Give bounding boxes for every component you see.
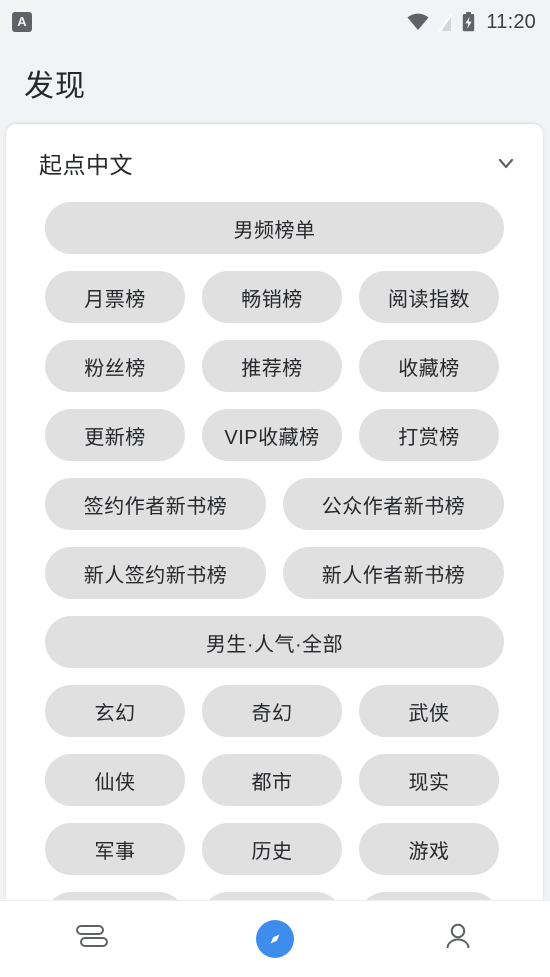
category-chip[interactable]: 军事 bbox=[45, 823, 185, 875]
chip-row-clipped bbox=[45, 892, 504, 900]
books-icon bbox=[72, 917, 112, 962]
battery-charging-icon bbox=[462, 12, 475, 32]
category-chip[interactable]: 推荐榜 bbox=[202, 340, 342, 392]
category-chip[interactable]: 打赏榜 bbox=[359, 409, 499, 461]
notification-app-icon: A bbox=[12, 12, 32, 32]
category-chip[interactable]: 仙侠 bbox=[45, 754, 185, 806]
chip-row: 签约作者新书榜 公众作者新书榜 bbox=[45, 478, 504, 530]
category-chip[interactable] bbox=[202, 892, 342, 900]
nav-item-bookshelf[interactable] bbox=[0, 901, 183, 977]
chip-row: 新人签约新书榜 新人作者新书榜 bbox=[45, 547, 504, 599]
chip-row: 仙侠 都市 现实 bbox=[45, 754, 504, 806]
category-chip[interactable] bbox=[45, 892, 185, 900]
category-chip[interactable]: 月票榜 bbox=[45, 271, 185, 323]
person-icon bbox=[439, 918, 477, 961]
category-chip[interactable]: 畅销榜 bbox=[202, 271, 342, 323]
category-chip[interactable]: 历史 bbox=[202, 823, 342, 875]
chip-row: 粉丝榜 推荐榜 收藏榜 bbox=[45, 340, 504, 392]
wifi-icon bbox=[407, 13, 429, 31]
nav-item-discover[interactable] bbox=[183, 901, 366, 977]
category-chip[interactable]: 粉丝榜 bbox=[45, 340, 185, 392]
chip-row: 军事 历史 游戏 bbox=[45, 823, 504, 875]
category-chip[interactable]: 收藏榜 bbox=[359, 340, 499, 392]
status-bar-clock: 11:20 bbox=[486, 10, 536, 33]
chip-grid: 男频榜单 月票榜 畅销榜 阅读指数 粉丝榜 推荐榜 收藏榜 更新榜 VIP收藏榜 打赏榜 签约作者新… bbox=[6, 202, 543, 900]
category-chip[interactable]: 武侠 bbox=[359, 685, 499, 737]
chip-row: 玄幻 奇幻 武侠 bbox=[45, 685, 504, 737]
chip-row: 月票榜 畅销榜 阅读指数 bbox=[45, 271, 504, 323]
category-chip[interactable]: 奇幻 bbox=[202, 685, 342, 737]
page-title: 发现 bbox=[24, 70, 86, 103]
category-chip[interactable]: VIP收藏榜 bbox=[202, 409, 342, 461]
bottom-navigation bbox=[0, 900, 550, 977]
category-chip[interactable]: 新人作者新书榜 bbox=[283, 547, 504, 599]
category-chip[interactable]: 新人签约新书榜 bbox=[45, 547, 266, 599]
category-chip[interactable]: 玄幻 bbox=[45, 685, 185, 737]
section-heading-chip[interactable]: 男频榜单 bbox=[45, 202, 504, 254]
status-bar-left: A bbox=[12, 12, 32, 32]
category-chip[interactable]: 更新榜 bbox=[45, 409, 185, 461]
source-name: 起点中文 bbox=[39, 152, 133, 178]
chip-row: 男频榜单 bbox=[45, 202, 504, 254]
discover-card: 起点中文 男频榜单 月票榜 畅销榜 阅读指数 粉丝榜 推荐榜 收藏榜 更新榜 VIP收藏榜 打赏榜… bbox=[6, 124, 543, 900]
status-bar-right: 11:20 bbox=[407, 11, 536, 34]
status-bar: A 11:20 bbox=[0, 0, 550, 44]
category-chip[interactable]: 游戏 bbox=[359, 823, 499, 875]
category-chip[interactable] bbox=[359, 892, 499, 900]
nav-item-profile[interactable] bbox=[367, 901, 550, 977]
category-chip[interactable]: 签约作者新书榜 bbox=[45, 478, 266, 530]
compass-icon bbox=[255, 920, 294, 958]
category-chip[interactable]: 现实 bbox=[359, 754, 499, 806]
category-chip[interactable]: 公众作者新书榜 bbox=[283, 478, 504, 530]
category-chip[interactable]: 都市 bbox=[202, 754, 342, 806]
category-chip[interactable]: 阅读指数 bbox=[359, 271, 499, 323]
signal-off-icon bbox=[438, 12, 454, 32]
page-title-bar: 发现 bbox=[0, 44, 550, 122]
card-header[interactable]: 起点中文 bbox=[6, 124, 543, 202]
section-heading-chip[interactable]: 男生·人气·全部 bbox=[45, 616, 504, 668]
chip-row: 更新榜 VIP收藏榜 打赏榜 bbox=[45, 409, 504, 461]
chip-row: 男生·人气·全部 bbox=[45, 616, 504, 668]
chevron-down-icon[interactable] bbox=[491, 148, 521, 178]
